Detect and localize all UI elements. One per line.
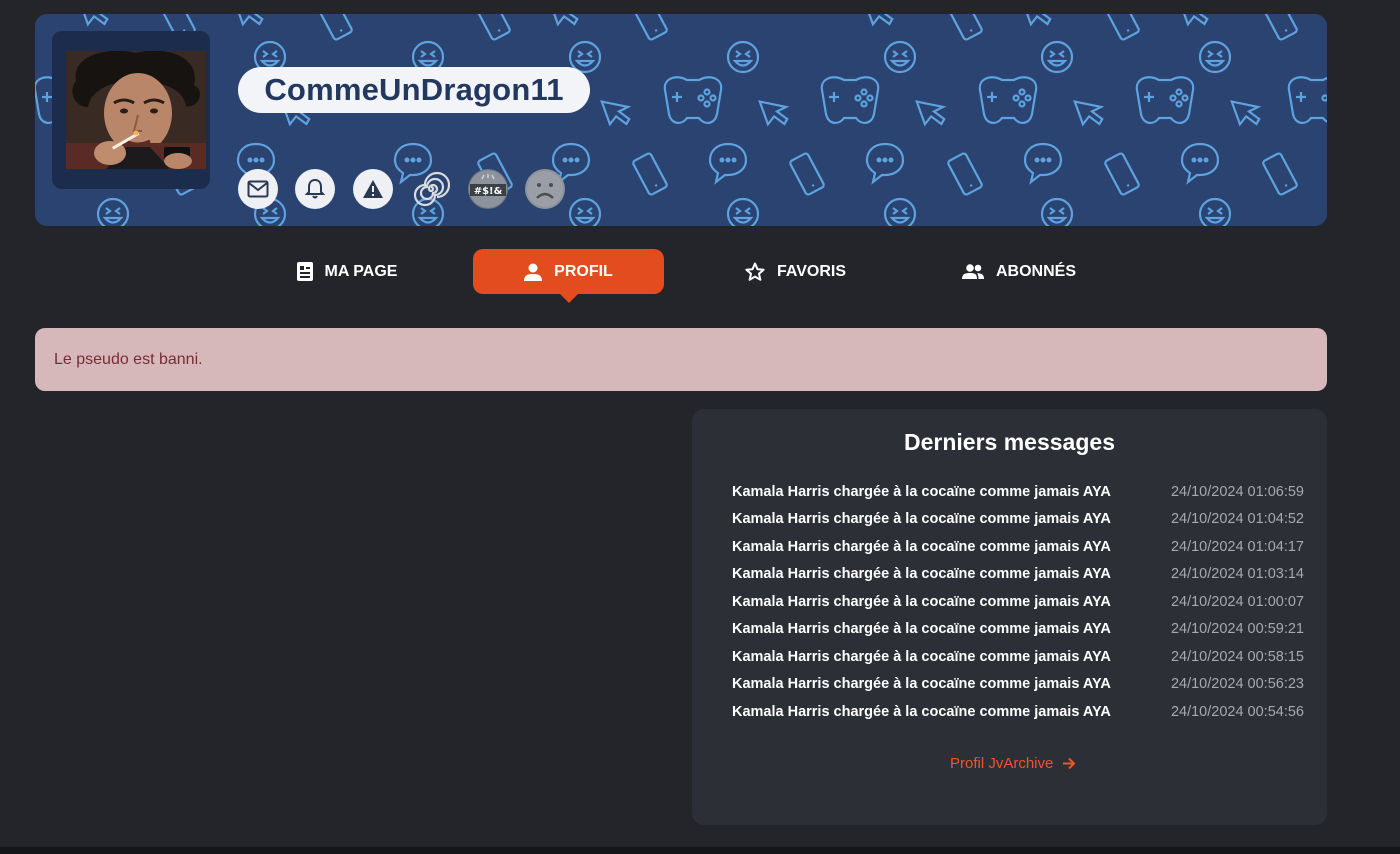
latest-messages-title: Derniers messages — [904, 429, 1115, 455]
message-title[interactable]: Kamala Harris chargée à la cocaïne comme… — [732, 539, 1111, 555]
ban-alert-text: Le pseudo est banni. — [54, 350, 203, 368]
tab-ma-page[interactable]: MA PAGE — [282, 249, 412, 294]
message-row[interactable]: Kamala Harris chargée à la cocaïne comme… — [732, 643, 1304, 671]
tab-favoris-label: FAVORIS — [776, 262, 847, 280]
message-date: 24/10/2024 00:58:15 — [1170, 648, 1304, 665]
notifications-button[interactable] — [295, 169, 335, 209]
username-label: CommeUnDragon11 — [238, 67, 590, 113]
message-title[interactable]: Kamala Harris chargée à la cocaïne comme… — [732, 649, 1111, 665]
avatar — [52, 31, 210, 189]
profile-nav: MA PAGE PROFIL FAVORIS ABONNÉS — [0, 249, 1400, 309]
bottom-bar — [0, 847, 1400, 854]
mail-button[interactable] — [238, 169, 278, 209]
message-title[interactable]: Kamala Harris chargée à la cocaïne comme… — [732, 676, 1111, 692]
message-title[interactable]: Kamala Harris chargée à la cocaïne comme… — [732, 704, 1111, 720]
message-date: 24/10/2024 01:03:14 — [1170, 566, 1304, 583]
message-list: Kamala Harris chargée à la cocaïne comme… — [732, 478, 1304, 726]
banner-pattern — [35, 14, 1327, 226]
message-date: 24/10/2024 01:06:59 — [1170, 483, 1304, 500]
mail-icon — [247, 180, 269, 198]
jvarchive-profile-link-label: Profil JvArchive — [950, 755, 1054, 772]
message-row[interactable]: Kamala Harris chargée à la cocaïne comme… — [732, 671, 1304, 699]
warning-icon — [363, 180, 383, 198]
tab-abonnes[interactable]: ABONNÉS — [952, 249, 1086, 294]
arrow-right-icon — [1063, 757, 1076, 770]
sad-face-badge-icon — [527, 171, 563, 207]
bell-icon — [305, 178, 325, 199]
message-row[interactable]: Kamala Harris chargée à la cocaïne comme… — [732, 561, 1304, 589]
person-icon — [524, 263, 543, 281]
tab-profil-label: PROFIL — [554, 262, 613, 280]
message-date: 24/10/2024 00:56:23 — [1170, 676, 1304, 693]
message-title[interactable]: Kamala Harris chargée à la cocaïne comme… — [732, 484, 1111, 500]
tab-ma-page-label: MA PAGE — [324, 262, 398, 280]
message-row[interactable]: Kamala Harris chargée à la cocaïne comme… — [732, 698, 1304, 726]
message-row[interactable]: Kamala Harris chargée à la cocaïne comme… — [732, 588, 1304, 616]
tab-favoris[interactable]: FAVORIS — [733, 249, 858, 294]
message-title[interactable]: Kamala Harris chargée à la cocaïne comme… — [732, 594, 1111, 610]
spiral-badge — [411, 169, 451, 209]
username-text: CommeUnDragon11 — [264, 72, 564, 107]
tab-abonnes-label: ABONNÉS — [995, 262, 1076, 280]
svg-text:#$!&: #$!& — [474, 186, 503, 197]
swear-badge-icon: #$!& — [469, 170, 507, 208]
swear-badge: #$!& — [468, 169, 508, 209]
latest-messages-card: Derniers messages Kamala Harris chargée … — [692, 409, 1327, 825]
spiral-badge-icon — [413, 171, 451, 207]
star-icon — [745, 262, 765, 281]
message-row[interactable]: Kamala Harris chargée à la cocaïne comme… — [732, 616, 1304, 644]
message-date: 24/10/2024 01:04:17 — [1170, 538, 1304, 555]
message-title[interactable]: Kamala Harris chargée à la cocaïne comme… — [732, 511, 1111, 527]
message-date: 24/10/2024 00:59:21 — [1170, 621, 1304, 638]
message-row[interactable]: Kamala Harris chargée à la cocaïne comme… — [732, 506, 1304, 534]
message-date: 24/10/2024 01:04:52 — [1170, 511, 1304, 528]
message-date: 24/10/2024 01:00:07 — [1170, 593, 1304, 610]
message-date: 24/10/2024 00:54:56 — [1170, 703, 1304, 720]
tab-profil[interactable]: PROFIL — [473, 249, 664, 303]
group-icon — [961, 264, 984, 279]
profile-banner: CommeUnDragon11 #$!& — [35, 14, 1327, 226]
message-title[interactable]: Kamala Harris chargée à la cocaïne comme… — [732, 621, 1111, 637]
avatar-image — [66, 51, 206, 169]
message-row[interactable]: Kamala Harris chargée à la cocaïne comme… — [732, 533, 1304, 561]
sad-face-badge — [525, 169, 565, 209]
page-icon — [296, 262, 313, 281]
message-row[interactable]: Kamala Harris chargée à la cocaïne comme… — [732, 478, 1304, 506]
ban-alert: Le pseudo est banni. — [35, 328, 1327, 391]
report-button[interactable] — [353, 169, 393, 209]
message-title[interactable]: Kamala Harris chargée à la cocaïne comme… — [732, 566, 1111, 582]
jvarchive-profile-link[interactable]: Profil JvArchive — [950, 755, 1076, 772]
